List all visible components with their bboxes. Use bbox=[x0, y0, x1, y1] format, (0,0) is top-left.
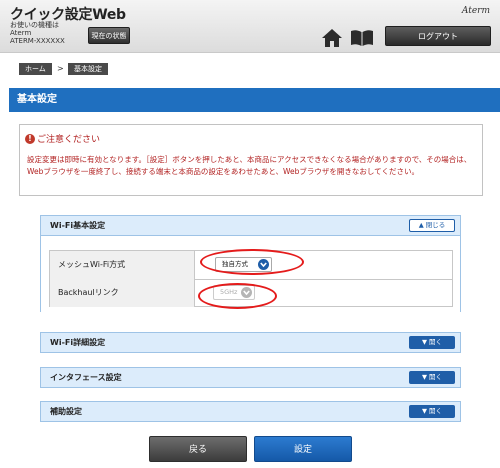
panel-interface-header[interactable]: インタフェース設定 ▼ 開く bbox=[40, 367, 461, 388]
apply-settings-button[interactable]: 設定 bbox=[254, 436, 352, 462]
mesh-wifi-select[interactable]: 独自方式 bbox=[215, 257, 272, 272]
toggle-label: 閉じる bbox=[425, 221, 446, 229]
panel-wifi-basic-header[interactable]: Wi-Fi基本設定 ▲ 閉じる bbox=[40, 215, 461, 236]
toggle-label: 開く bbox=[429, 373, 443, 381]
expand-button[interactable]: ▼ 開く bbox=[409, 371, 455, 384]
panel-auxiliary-header[interactable]: 補助設定 ▼ 開く bbox=[40, 401, 461, 422]
table-row: Backhaulリンク 5GHz bbox=[50, 279, 452, 307]
aterm-logo: Aterm bbox=[461, 6, 490, 16]
backhaul-link-select: 5GHz bbox=[213, 285, 255, 300]
panel-title: 補助設定 bbox=[50, 407, 82, 416]
panel-title: Wi-Fi基本設定 bbox=[50, 221, 106, 230]
warning-icon: ! bbox=[25, 134, 35, 144]
breadcrumb-current: 基本設定 bbox=[68, 63, 108, 75]
collapse-button[interactable]: ▲ 閉じる bbox=[409, 219, 455, 232]
model-id: ATERM-XXXXXX bbox=[10, 37, 65, 45]
breadcrumb-separator: > bbox=[57, 64, 64, 73]
back-button[interactable]: 戻る bbox=[149, 436, 247, 462]
settings-table: メッシュWi-Fi方式 独自方式 Backhaulリンク 5GHz bbox=[49, 250, 453, 307]
caution-box: ! ご注意ください 設定変更は即時に有効となります。［設定］ボタンを押したあと、… bbox=[19, 124, 483, 196]
caution-title: ご注意ください bbox=[37, 135, 101, 145]
toggle-label: 開く bbox=[429, 338, 443, 346]
model-name: Aterm bbox=[10, 29, 32, 37]
select-value: 独自方式 bbox=[222, 260, 248, 268]
chevron-down-icon bbox=[258, 259, 269, 270]
expand-button[interactable]: ▼ 開く bbox=[409, 405, 455, 418]
panel-wifi-detail-header[interactable]: Wi-Fi詳細設定 ▼ 開く bbox=[40, 332, 461, 353]
table-row: メッシュWi-Fi方式 独自方式 bbox=[50, 251, 452, 280]
manual-book-icon[interactable] bbox=[350, 29, 374, 47]
panel-title: Wi-Fi詳細設定 bbox=[50, 338, 106, 347]
breadcrumb-home[interactable]: ホーム bbox=[19, 63, 52, 75]
backhaul-link-label: Backhaulリンク bbox=[50, 279, 195, 307]
home-icon[interactable] bbox=[321, 28, 343, 48]
header-bar: クイック設定Web お使いの機種は Aterm ATERM-XXXXXX 現在の… bbox=[0, 0, 500, 53]
mesh-wifi-label: メッシュWi-Fi方式 bbox=[50, 251, 195, 279]
logout-button[interactable]: ログアウト bbox=[385, 26, 491, 46]
select-value: 5GHz bbox=[220, 288, 238, 296]
expand-button[interactable]: ▼ 開く bbox=[409, 336, 455, 349]
chevron-down-icon bbox=[241, 287, 252, 298]
caution-text: 設定変更は即時に有効となります。［設定］ボタンを押したあと、本商品にアクセスでき… bbox=[27, 155, 472, 176]
page-title: 基本設定 bbox=[9, 88, 500, 112]
model-caption: お使いの機種は bbox=[10, 21, 59, 29]
panel-title: インタフェース設定 bbox=[50, 373, 122, 382]
current-status-button[interactable]: 現在の状態 bbox=[88, 27, 130, 44]
toggle-label: 開く bbox=[429, 407, 443, 415]
